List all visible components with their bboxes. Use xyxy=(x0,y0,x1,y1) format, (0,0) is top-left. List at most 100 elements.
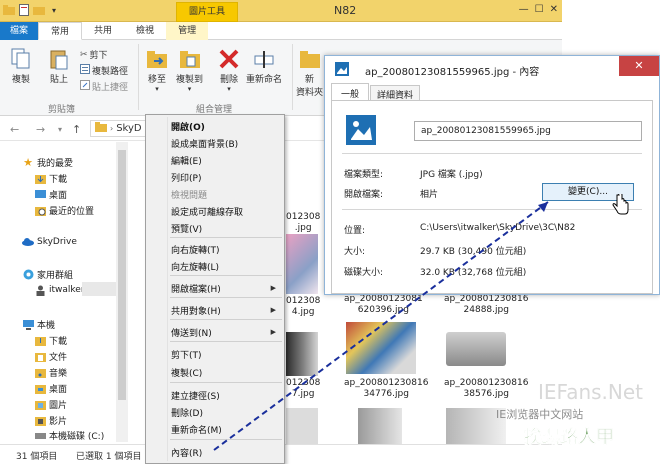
photo-file-icon xyxy=(346,115,376,148)
nav-label: 文件 xyxy=(49,353,68,363)
photo-thumbnail[interactable] xyxy=(286,332,318,376)
folder-icon xyxy=(95,122,107,135)
up-arrow-icon[interactable]: ↑ xyxy=(72,123,81,136)
thumbnail-caption: ap_200801230816 38576.jpg xyxy=(444,378,528,400)
nav-local-disk[interactable]: 本機磁碟 (C:) xyxy=(34,430,104,440)
menu-item-delete[interactable]: 刪除(D) xyxy=(171,406,203,419)
rename-button[interactable]: 重新命名 xyxy=(246,46,282,85)
tab-home[interactable]: 常用 xyxy=(38,22,83,40)
nav-scrollbar[interactable] xyxy=(116,142,128,442)
menu-separator xyxy=(170,319,282,320)
caption-line: 012308 xyxy=(286,296,321,306)
copy-to-button[interactable]: 複製到 ▾ xyxy=(176,46,203,93)
menu-item-offline[interactable]: 設定成可離線存取 xyxy=(171,205,243,218)
nav-user[interactable]: itwalker xyxy=(34,284,85,296)
caption-line: 012308 xyxy=(286,212,321,222)
caption-line: 34776.jpg xyxy=(363,389,409,399)
nav-this-pc[interactable]: 本機 xyxy=(22,318,55,331)
nav-music[interactable]: 音樂 xyxy=(34,366,67,379)
nav-favorites[interactable]: ★ 我的最愛 xyxy=(22,156,73,169)
nav-skydrive[interactable]: SkyDrive xyxy=(22,236,77,248)
new-folder-icon[interactable] xyxy=(32,3,46,17)
window-controls: — ☐ ✕ xyxy=(519,4,558,15)
nav-videos[interactable]: 影片 xyxy=(34,414,67,427)
menu-item-open-with[interactable]: 開啟檔案(H) xyxy=(171,282,279,295)
tab-file[interactable]: 檔案 xyxy=(0,22,39,40)
filename-field[interactable]: ap_20080123081559965.jpg xyxy=(414,121,642,141)
paste-shortcut-button[interactable]: 貼上捷徑 xyxy=(80,80,128,93)
photo-thumbnail[interactable] xyxy=(358,408,402,444)
paste-shortcut-label: 貼上捷徑 xyxy=(92,83,129,93)
delete-button[interactable]: 刪除 ▾ xyxy=(216,46,242,93)
copy-path-icon xyxy=(80,64,90,77)
watermark-author: 挨踢路人甲 xyxy=(524,427,615,449)
photo-thumbnail[interactable] xyxy=(286,408,318,444)
tab-manage[interactable]: 管理 xyxy=(166,22,209,40)
chevron-down-icon[interactable]: ▾ xyxy=(47,3,61,17)
back-arrow-icon[interactable]: ← xyxy=(10,123,19,136)
tab-view[interactable]: 檢視 xyxy=(124,22,166,40)
thumbnail-caption: ap_200801230816 24888.jpg xyxy=(444,294,528,316)
nav-downloads[interactable]: 下載 xyxy=(34,172,67,185)
chevron-down-icon[interactable]: ▾ xyxy=(58,125,62,134)
menu-item-rotate-left[interactable]: 向左旋轉(L) xyxy=(171,260,219,273)
ribbon-separator xyxy=(292,44,293,110)
menu-item-rotate-right[interactable]: 向右旋轉(T) xyxy=(171,243,220,256)
menu-item-cut[interactable]: 剪下(T) xyxy=(171,348,202,361)
photo-thumbnail[interactable] xyxy=(446,332,506,366)
nav-recent[interactable]: 最近的位置 xyxy=(34,204,94,217)
menu-separator xyxy=(170,237,282,238)
folder-icon[interactable] xyxy=(2,3,16,17)
copy-path-button[interactable]: 複製路徑 xyxy=(80,64,128,77)
photo-thumbnail[interactable] xyxy=(286,234,318,294)
nav-desktop[interactable]: 桌面 xyxy=(34,188,67,201)
nav-pc-desktop[interactable]: 桌面 xyxy=(34,382,67,395)
menu-item-create-shortcut[interactable]: 建立捷徑(S) xyxy=(171,389,220,402)
menu-item-print[interactable]: 列印(P) xyxy=(171,171,201,184)
documents-icon xyxy=(34,351,46,363)
menu-item-rename[interactable]: 重新命名(M) xyxy=(171,423,222,436)
menu-separator xyxy=(170,297,282,298)
breadcrumb-separator-icon: › xyxy=(110,124,114,133)
nav-documents[interactable]: 文件 xyxy=(34,350,67,363)
menu-item-open[interactable]: 開啟(O) xyxy=(171,120,205,133)
nav-homegroup[interactable]: 家用群組 xyxy=(22,268,73,281)
caption-line: 4.jpg xyxy=(291,307,315,317)
properties-icon[interactable] xyxy=(17,3,31,17)
ribbon-tabs: 檔案 常用 共用 檢視 管理 xyxy=(0,22,562,40)
thumbnail-caption: 012308 7.jpg xyxy=(286,378,320,400)
menu-item-send-to[interactable]: 傳送到(N) xyxy=(171,326,212,339)
nav-pc-downloads[interactable]: 下載 xyxy=(34,334,67,347)
nav-pictures[interactable]: 圖片 xyxy=(34,398,67,411)
delete-label: 刪除 xyxy=(219,75,238,85)
forward-arrow-icon[interactable]: → xyxy=(36,123,45,136)
ribbon-separator xyxy=(138,44,139,110)
address-breadcrumb[interactable]: › SkyD xyxy=(90,120,150,137)
breadcrumb-item[interactable]: SkyD xyxy=(116,123,141,134)
copy-icon xyxy=(8,46,34,72)
nav-label: 本機 xyxy=(37,321,56,331)
new-folder-button[interactable]: 新 資料夾 xyxy=(296,46,323,98)
caption-line: ap_20080123081 xyxy=(344,294,423,304)
tab-share[interactable]: 共用 xyxy=(82,22,124,40)
menu-item-properties[interactable]: 內容(R) xyxy=(171,446,202,459)
menu-item-set-background[interactable]: 設成桌面背景(B) xyxy=(171,137,238,150)
maximize-button[interactable]: ☐ xyxy=(535,4,544,15)
minimize-button[interactable]: — xyxy=(519,4,529,15)
paste-button[interactable]: 貼上 xyxy=(46,46,72,85)
close-button[interactable]: ✕ xyxy=(550,4,558,15)
divider xyxy=(342,209,642,210)
paste-icon xyxy=(46,46,72,72)
cut-button[interactable]: ✂ 剪下 xyxy=(80,48,108,62)
menu-item-copy[interactable]: 複製(C) xyxy=(171,366,202,379)
scrollbar-thumb[interactable] xyxy=(118,150,126,400)
rename-icon xyxy=(251,46,277,72)
menu-item-preview[interactable]: 預覽(V) xyxy=(171,222,202,235)
move-to-button[interactable]: 移至 ▾ xyxy=(144,46,170,93)
menu-item-edit[interactable]: 編輯(E) xyxy=(171,154,202,167)
scissors-icon: ✂ xyxy=(80,49,88,60)
dialog-close-button[interactable]: ✕ xyxy=(619,56,659,76)
copy-button[interactable]: 複製 xyxy=(8,46,34,85)
menu-item-share-with[interactable]: 共用對象(H) xyxy=(171,304,221,317)
photo-thumbnail[interactable] xyxy=(346,322,416,374)
